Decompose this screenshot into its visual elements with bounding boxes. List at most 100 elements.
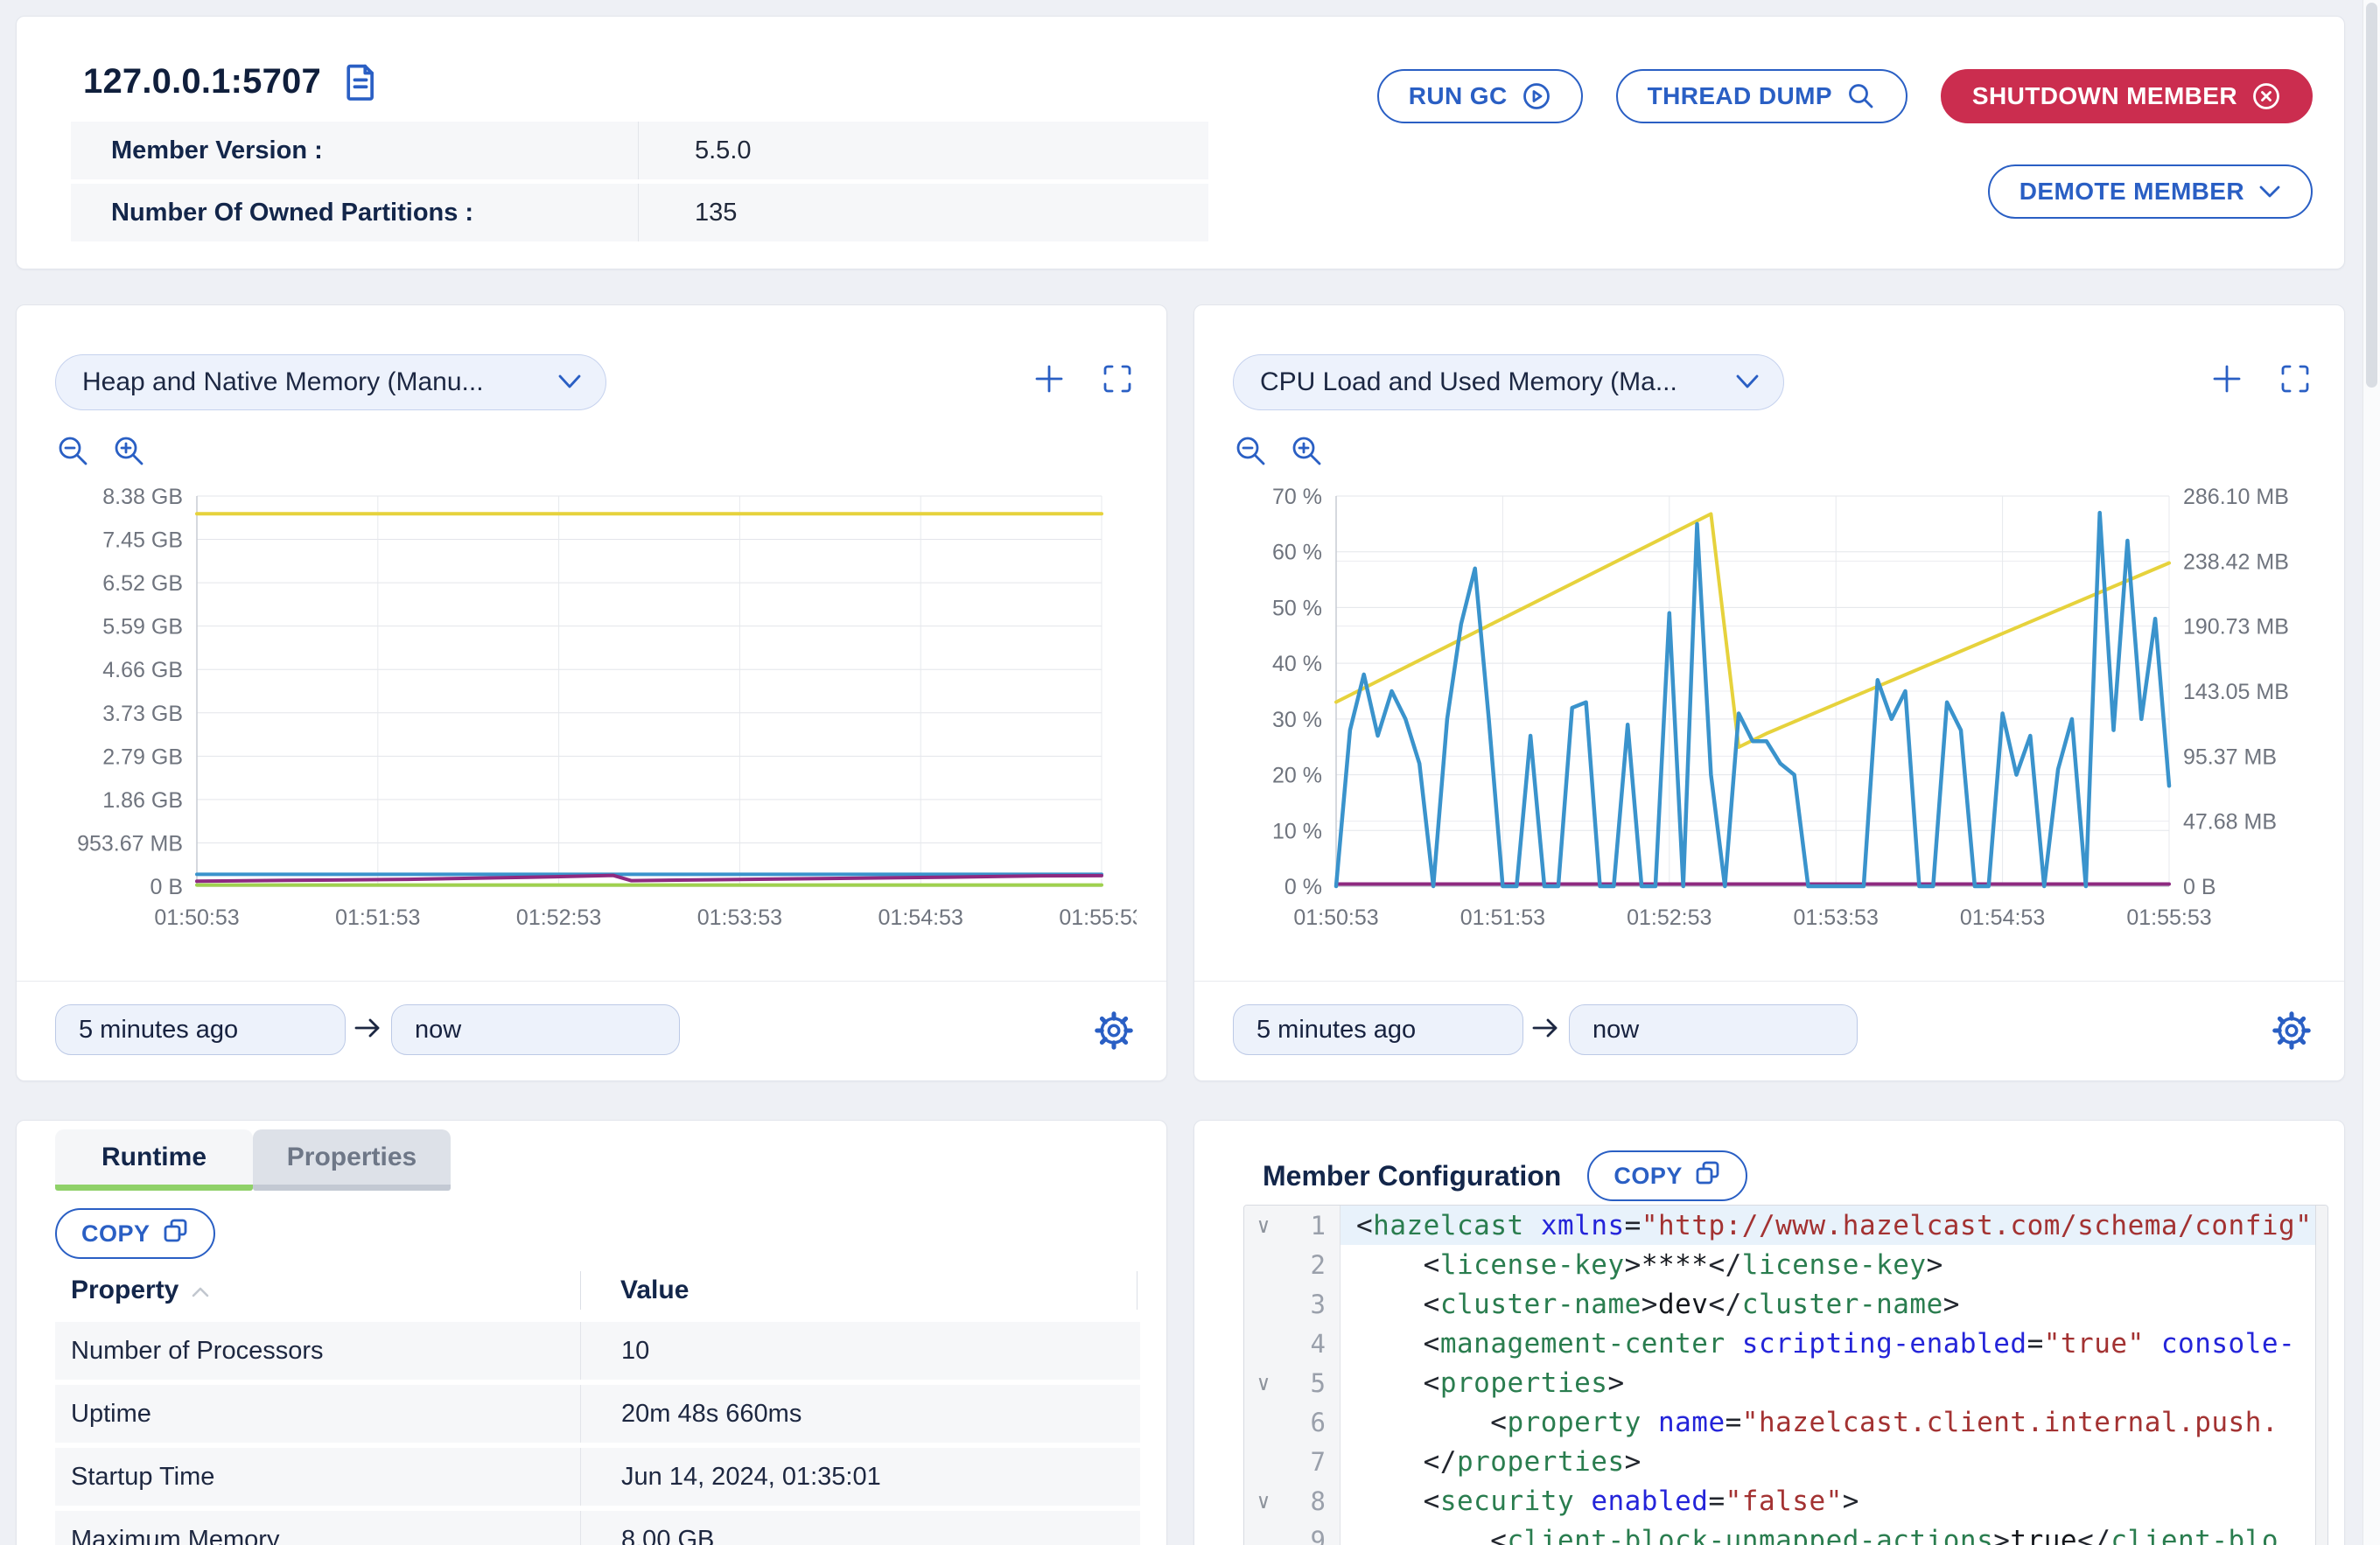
fold-gutter xyxy=(1244,1402,1283,1442)
heap-memory-chart-card: Heap and Native Memory (Manu... 0 B953.6… xyxy=(16,304,1167,1081)
page-scrollbar[interactable] xyxy=(2362,0,2380,1545)
metric-select-cpu[interactable]: CPU Load and Used Memory (Ma... xyxy=(1233,354,1784,410)
code-text: <property name="hazelcast.client.interna… xyxy=(1340,1402,2328,1442)
code-text: <client-block-unmapped-actions>true</cli… xyxy=(1340,1521,2328,1545)
config-code: ∨1<hazelcast xmlns="http://www.hazelcast… xyxy=(1244,1206,2328,1545)
code-line: 4 <management-center scripting-enabled="… xyxy=(1244,1324,2328,1363)
svg-text:50 %: 50 % xyxy=(1272,596,1322,620)
fold-chevron-icon[interactable]: ∨ xyxy=(1244,1206,1283,1245)
fold-chevron-icon[interactable]: ∨ xyxy=(1244,1363,1283,1402)
column-divider xyxy=(1137,1271,1138,1310)
property-cell: Number of Processors xyxy=(55,1322,580,1380)
svg-text:238.42 MB: 238.42 MB xyxy=(2183,549,2289,574)
fold-chevron-icon[interactable]: ∨ xyxy=(1244,1481,1283,1521)
page-title: 127.0.0.1:5707 xyxy=(83,62,321,101)
cpu-memory-chart-card: CPU Load and Used Memory (Ma... 0 %10 %2… xyxy=(1194,304,2345,1081)
value-cell: 20m 48s 660ms xyxy=(580,1385,1140,1443)
svg-text:7.45 GB: 7.45 GB xyxy=(102,528,183,553)
search-icon xyxy=(1846,81,1876,111)
zoom-in-icon[interactable] xyxy=(113,435,146,468)
svg-text:01:55:53: 01:55:53 xyxy=(1059,905,1137,930)
svg-text:01:53:53: 01:53:53 xyxy=(697,905,782,930)
chevron-down-icon xyxy=(1734,367,1760,397)
fold-gutter xyxy=(1244,1245,1283,1284)
demote-member-button[interactable]: DEMOTE MEMBER xyxy=(1988,164,2313,219)
config-title: Member Configuration xyxy=(1263,1160,1561,1192)
svg-text:3.73 GB: 3.73 GB xyxy=(102,702,183,726)
member-version-label: Member Version : xyxy=(71,122,638,179)
svg-text:286.10 MB: 286.10 MB xyxy=(2183,485,2289,509)
code-text: <cluster-name>dev</cluster-name> xyxy=(1340,1284,2328,1324)
time-from-input[interactable]: 5 minutes ago xyxy=(1233,1004,1523,1055)
svg-text:01:54:53: 01:54:53 xyxy=(878,905,963,930)
svg-text:8.38 GB: 8.38 GB xyxy=(102,485,183,509)
zoom-out-icon[interactable] xyxy=(57,435,90,468)
copy-config-button[interactable]: COPY xyxy=(1587,1150,1747,1201)
metric-select-heap[interactable]: Heap and Native Memory (Manu... xyxy=(55,354,606,410)
svg-text:47.68 MB: 47.68 MB xyxy=(2183,810,2277,835)
chart-settings-gear-icon[interactable] xyxy=(2272,1011,2311,1050)
zoom-in-icon[interactable] xyxy=(1291,435,1324,468)
run-gc-button[interactable]: RUN GC xyxy=(1377,69,1583,123)
table-row: Startup Time Jun 14, 2024, 01:35:01 xyxy=(55,1448,1140,1506)
svg-text:2.79 GB: 2.79 GB xyxy=(102,745,183,769)
code-line: 6 <property name="hazelcast.client.inter… xyxy=(1244,1402,2328,1442)
fullscreen-icon[interactable] xyxy=(1102,363,1133,395)
property-cell: Uptime xyxy=(55,1385,580,1443)
svg-text:953.67 MB: 953.67 MB xyxy=(77,831,183,856)
tab-properties[interactable]: Properties xyxy=(253,1129,451,1191)
chart-settings-gear-icon[interactable] xyxy=(1095,1011,1133,1050)
fold-gutter xyxy=(1244,1442,1283,1481)
property-cell: Maximum Memory xyxy=(55,1511,580,1545)
value-cell: 10 xyxy=(580,1322,1140,1380)
thread-dump-button[interactable]: THREAD DUMP xyxy=(1616,69,1908,123)
time-to-input[interactable]: now xyxy=(391,1004,680,1055)
line-number: 7 xyxy=(1283,1442,1340,1481)
scrollbar-thumb[interactable] xyxy=(2366,3,2377,388)
svg-text:95.37 MB: 95.37 MB xyxy=(2183,745,2277,769)
code-line: 3 <cluster-name>dev</cluster-name> xyxy=(1244,1284,2328,1324)
fullscreen-icon[interactable] xyxy=(2279,363,2311,395)
svg-text:5.59 GB: 5.59 GB xyxy=(102,615,183,640)
cpu-memory-chart: 0 %10 %20 %30 %40 %50 %60 %70 %0 B47.68 … xyxy=(1226,482,2314,951)
column-value: Value xyxy=(580,1276,689,1305)
add-chart-icon[interactable] xyxy=(2211,363,2243,395)
code-line: ∨1<hazelcast xmlns="http://www.hazelcast… xyxy=(1244,1206,2328,1245)
svg-text:143.05 MB: 143.05 MB xyxy=(2183,680,2289,704)
code-line: 7 </properties> xyxy=(1244,1442,2328,1481)
member-version-value: 5.5.0 xyxy=(638,122,1208,179)
column-property[interactable]: Property xyxy=(55,1276,580,1305)
copy-runtime-button[interactable]: COPY xyxy=(55,1208,215,1259)
add-chart-icon[interactable] xyxy=(1033,363,1065,395)
fold-gutter xyxy=(1244,1521,1283,1545)
member-configuration-card: Member Configuration COPY ∨1<hazelcast x… xyxy=(1194,1120,2345,1545)
line-number: 3 xyxy=(1283,1284,1340,1324)
code-text: <license-key>****</license-key> xyxy=(1340,1245,2328,1284)
chart-footer: 5 minutes ago now xyxy=(17,981,1166,1082)
chevron-down-icon xyxy=(556,367,583,397)
copy-address-icon[interactable] xyxy=(344,64,377,101)
column-divider xyxy=(580,1271,581,1310)
runtime-table-header: Property Value xyxy=(55,1269,1140,1311)
line-number: 6 xyxy=(1283,1402,1340,1442)
svg-text:0 %: 0 % xyxy=(1284,875,1322,899)
code-text: <properties> xyxy=(1340,1363,2328,1402)
line-number: 9 xyxy=(1283,1521,1340,1545)
code-text: <hazelcast xmlns="http://www.hazelcast.c… xyxy=(1340,1206,2328,1245)
line-number: 1 xyxy=(1283,1206,1340,1245)
svg-text:01:55:53: 01:55:53 xyxy=(2126,905,2211,930)
svg-text:20 %: 20 % xyxy=(1272,764,1322,788)
line-number: 8 xyxy=(1283,1481,1340,1521)
code-scrollbar[interactable] xyxy=(2315,1206,2328,1545)
time-from-input[interactable]: 5 minutes ago xyxy=(55,1004,346,1055)
config-code-editor[interactable]: ∨1<hazelcast xmlns="http://www.hazelcast… xyxy=(1243,1205,2328,1545)
tab-runtime[interactable]: Runtime xyxy=(55,1129,253,1191)
runtime-table: Number of Processors 10 Uptime 20m 48s 6… xyxy=(55,1322,1140,1545)
time-to-input[interactable]: now xyxy=(1569,1004,1858,1055)
svg-text:01:51:53: 01:51:53 xyxy=(1460,905,1545,930)
svg-text:40 %: 40 % xyxy=(1272,652,1322,676)
zoom-out-icon[interactable] xyxy=(1235,435,1268,468)
shutdown-member-button[interactable]: SHUTDOWN MEMBER xyxy=(1941,69,2313,123)
member-info-table: Member Version : 5.5.0 Number Of Owned P… xyxy=(71,122,1208,246)
sort-asc-icon xyxy=(191,1276,210,1305)
